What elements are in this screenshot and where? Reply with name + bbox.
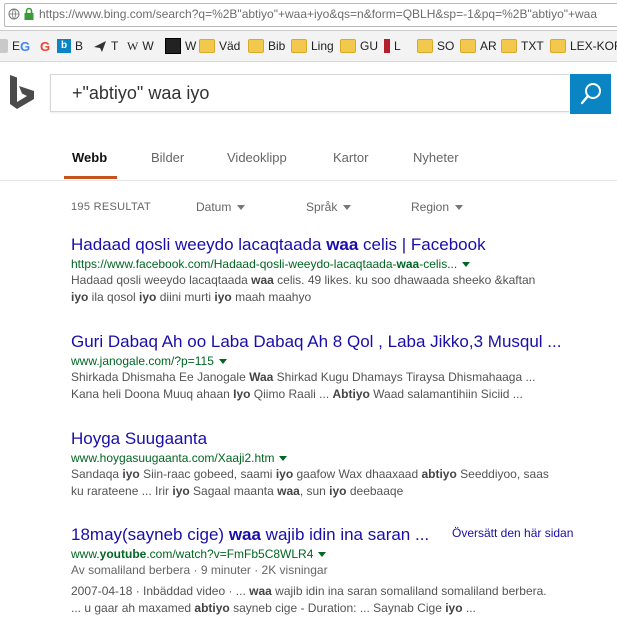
bookmark-bing[interactable]: b B [57,38,83,54]
wikipedia-icon: W [127,38,139,53]
active-tab-indicator [64,176,117,179]
search-box [50,74,611,114]
folder-icon [550,39,566,53]
bookmark-e[interactable]: E [0,38,20,54]
bookmark-lex-korp[interactable]: LEX-KORP [550,38,617,54]
bookmark-w2[interactable]: W [165,38,196,54]
chevron-down-icon [237,205,246,211]
folder-icon [501,39,517,53]
result-snippet: Sandaqa iyo Siin-raac gobeed, saami iyo … [71,467,549,498]
bookmark-ar[interactable]: AR [460,38,497,54]
chevron-down-icon[interactable] [462,262,471,268]
bookmark-w1[interactable]: W W [127,38,154,54]
bing-icon: b [57,39,71,53]
bookmark-g1[interactable]: G [20,38,30,54]
search-input[interactable] [50,74,569,112]
tab-webb[interactable]: Webb [72,150,107,165]
result-title-link[interactable]: 18may(sayneb cige) waa wajib idin ina sa… [71,524,446,546]
bookmark-so[interactable]: SO [417,38,454,54]
bookmark-gu[interactable]: GU [340,38,378,54]
folder-icon [291,39,307,53]
tab-bilder[interactable]: Bilder [151,150,184,165]
result-url: https://www.facebook.com/Hadaad-qosli-we… [71,256,617,272]
search-icon [580,83,601,105]
search-button[interactable] [570,74,611,114]
scope-tabs: Webb Bilder Videoklipp Kartor Nyheter [0,142,617,181]
lock-icon [24,7,34,20]
result-url: www.youtube.com/watch?v=FmFb5C8WLR4 [71,546,617,562]
folder-icon [460,39,476,53]
bookmark-vad[interactable]: Väd [199,38,240,54]
search-result: Hoyga Suugaanta www.hoygasuugaanta.com/X… [71,428,617,500]
tab-videoklipp[interactable]: Videoklipp [227,150,287,165]
bookmarks-bar: E G G b B T W W W Väd Bib Ling GU L SO A… [0,31,617,62]
globe-icon [8,8,20,20]
result-url: www.hoygasuugaanta.com/Xaaji2.htm [71,450,617,466]
chevron-down-icon[interactable] [318,552,327,558]
result-title-link[interactable]: Hadaad qosli weeydo lacaqtaada waa celis… [71,234,617,256]
bookmark-t[interactable]: T [93,38,118,54]
bookmark-ling[interactable]: Ling [291,38,334,54]
plane-icon [94,41,106,52]
bookmark-g2[interactable]: G [40,38,50,54]
folder-icon [340,39,356,53]
tab-nyheter[interactable]: Nyheter [413,150,459,165]
bookmark-favicon-icon [0,39,8,53]
image-icon [165,38,181,54]
chevron-down-icon[interactable] [218,359,227,365]
google-icon: G [20,38,31,54]
result-snippet: Shirkada Dhismaha Ee Janogale Waa Shirka… [71,370,536,401]
result-meta: Av somaliland berbera · 9 minuter · 2K v… [71,563,328,577]
address-bar[interactable]: https://www.bing.com/search?q=%2B"abtiyo… [0,0,617,31]
bing-logo-icon[interactable] [8,75,36,115]
language-filter[interactable]: Språk [306,200,352,214]
bookmark-favicon-icon [384,39,390,53]
result-title-link[interactable]: Hoyga Suugaanta [71,428,617,450]
folder-icon [417,39,433,53]
chevron-down-icon[interactable] [279,456,288,462]
translate-page-link[interactable]: Översätt den här sidan [452,526,573,540]
bookmark-l[interactable]: L [384,38,401,54]
result-url: www.janogale.com/?p=115 [71,353,617,369]
result-title-link[interactable]: Guri Dabaq Ah oo Laba Dabaq Ah 8 Qol , L… [71,331,617,353]
region-filter[interactable]: Region [411,200,464,214]
chevron-down-icon [455,205,464,211]
result-snippet: 2007-04-18 · Inbäddad video · ... waa wa… [71,584,547,615]
search-result: Hadaad qosli weeydo lacaqtaada waa celis… [71,234,617,306]
search-result: Guri Dabaq Ah oo Laba Dabaq Ah 8 Qol , L… [71,331,617,403]
chevron-down-icon [343,205,352,211]
google-icon: G [40,38,51,54]
url-field[interactable]: https://www.bing.com/search?q=%2B"abtiyo… [4,3,617,27]
results-count: 195 RESULTAT [71,201,152,213]
bookmark-bib[interactable]: Bib [248,38,285,54]
url-text: https://www.bing.com/search?q=%2B"abtiyo… [39,7,598,21]
folder-icon [199,39,215,53]
date-filter[interactable]: Datum [196,200,246,214]
filter-bar: 195 RESULTAT Datum Språk Region [0,196,617,218]
search-result: 18may(sayneb cige) waa wajib idin ina sa… [71,524,617,617]
tab-kartor[interactable]: Kartor [333,150,368,165]
bookmark-txt[interactable]: TXT [501,38,544,54]
folder-icon [248,39,264,53]
result-snippet: Hadaad qosli weeydo lacaqtaada waa celis… [71,273,536,304]
